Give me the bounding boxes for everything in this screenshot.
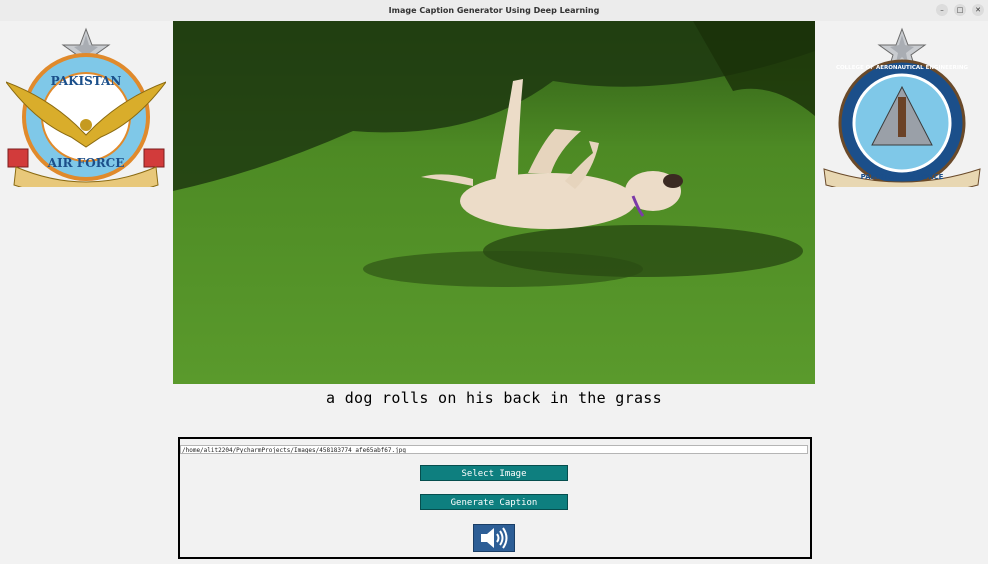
window-title: Image Caption Generator Using Deep Learn… xyxy=(388,6,600,15)
speak-caption-button[interactable] xyxy=(473,524,515,552)
cae-emblem-icon: COLLEGE OF AERONAUTICAL ENGINEERING PAKI… xyxy=(823,27,981,187)
paf-bottom-text: AIR FORCE xyxy=(47,156,125,170)
generate-caption-button[interactable]: Generate Caption xyxy=(420,494,568,510)
speaker-icon xyxy=(481,527,508,549)
paf-top-text: PAKISTAN xyxy=(51,74,122,88)
uploaded-image xyxy=(173,21,815,384)
generated-caption: a dog rolls on his back in the grass xyxy=(326,389,662,407)
controls-panel: /home/alit2204/PycharmProjects/Images/45… xyxy=(178,437,812,559)
cae-ring-text: COLLEGE OF AERONAUTICAL ENGINEERING xyxy=(836,65,969,71)
cae-bottom-text: PAKISTAN AIR FORCE xyxy=(861,173,944,181)
select-image-button[interactable]: Select Image xyxy=(420,465,568,481)
app-content: PAKISTAN AIR FORCE COLLEGE OF AERONAUTIC… xyxy=(0,21,988,564)
minimize-icon[interactable]: – xyxy=(936,4,948,16)
close-icon[interactable]: ✕ xyxy=(972,4,984,16)
window-titlebar: Image Caption Generator Using Deep Learn… xyxy=(0,0,988,22)
image-path-input[interactable]: /home/alit2204/PycharmProjects/Images/45… xyxy=(180,445,808,454)
maximize-icon[interactable]: □ xyxy=(954,4,966,16)
paf-emblem-icon: PAKISTAN AIR FORCE xyxy=(6,27,166,187)
dog-photo-icon xyxy=(173,21,815,384)
